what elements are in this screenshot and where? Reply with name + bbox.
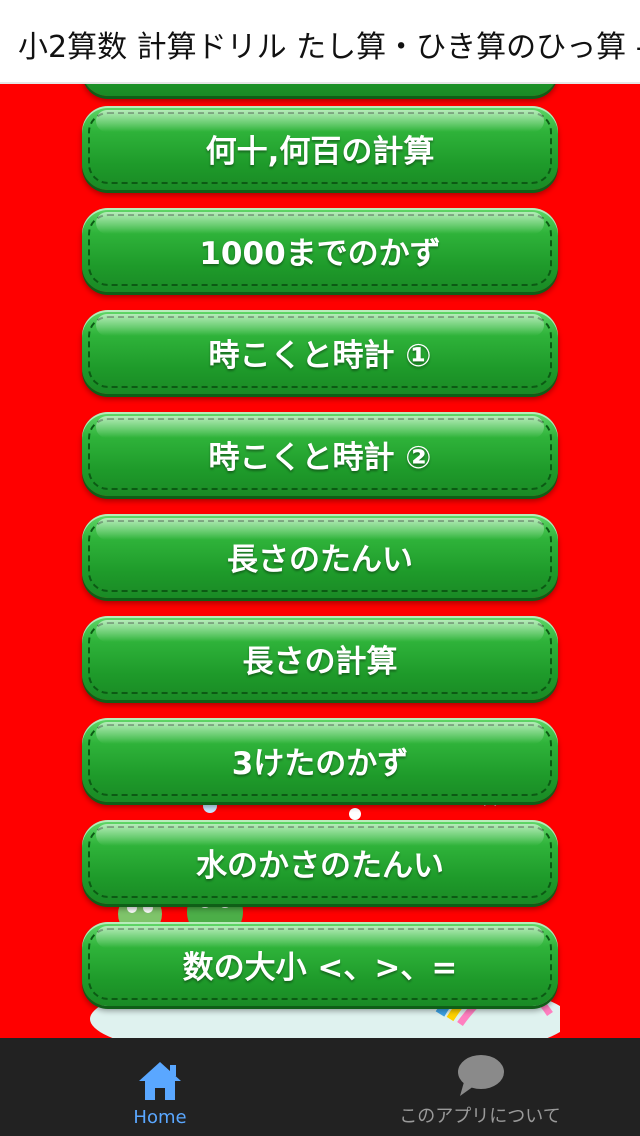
- menu-button-label: 何十,何百の計算: [205, 133, 435, 170]
- app-title: 小2算数 計算ドリル たし算・ひき算のひっ算 -: [18, 30, 640, 65]
- menu-button-jikoku-tokei-1[interactable]: 時こくと時計 ①: [82, 310, 558, 394]
- menu-button-label: 1000までのかず: [199, 235, 441, 272]
- menu-button-nagasa-no-tani[interactable]: 長さのたんい: [82, 514, 558, 598]
- menu-button-label: 数の大小 <、>、=: [182, 949, 458, 986]
- nav-about-label: このアプリについて: [399, 1106, 561, 1127]
- menu-button-3keta-no-kazu[interactable]: 3けたのかず: [82, 718, 558, 802]
- menu-button-jikoku-tokei-2[interactable]: 時こくと時計 ②: [82, 412, 558, 496]
- app-screen: 小2算数 計算ドリル たし算・ひき算のひっ算 - 何十,何百の計算 1000まで…: [0, 0, 640, 1136]
- menu-button-label: 水のかさのたんい: [196, 847, 444, 884]
- nav-home-label: Home: [133, 1107, 187, 1128]
- menu-button-label: 長さの計算: [242, 643, 398, 680]
- speech-bubble-icon: [458, 1055, 504, 1096]
- menu-button-nanjuu-nanbyaku[interactable]: 何十,何百の計算: [82, 106, 558, 190]
- menu-button-label: 3けたのかず: [231, 745, 409, 782]
- menu-button-partial[interactable]: [82, 84, 558, 96]
- menu-button-label: 時こくと時計 ②: [208, 439, 432, 476]
- nav-about-app[interactable]: このアプリについて: [320, 1038, 640, 1136]
- menu-button-nagasa-no-keisan[interactable]: 長さの計算: [82, 616, 558, 700]
- menu-button-label: 時こくと時計 ①: [208, 337, 432, 374]
- menu-button-kazu-no-daishou[interactable]: 数の大小 <、>、=: [82, 922, 558, 1006]
- menu-scroll-area[interactable]: 何十,何百の計算 1000までのかず 時こくと時計 ① 時こくと時計 ② 長さの…: [0, 84, 640, 1038]
- nav-home[interactable]: Home: [0, 1038, 320, 1136]
- menu-button-mizu-no-kasa[interactable]: 水のかさのたんい: [82, 820, 558, 904]
- title-bar: 小2算数 計算ドリル たし算・ひき算のひっ算 -: [0, 0, 640, 84]
- menu-button-1000-made-no-kazu[interactable]: 1000までのかず: [82, 208, 558, 292]
- home-icon: [139, 1062, 181, 1100]
- menu-button-label: 長さのたんい: [227, 541, 413, 578]
- bottom-navigation: Home このアプリについて: [0, 1038, 640, 1136]
